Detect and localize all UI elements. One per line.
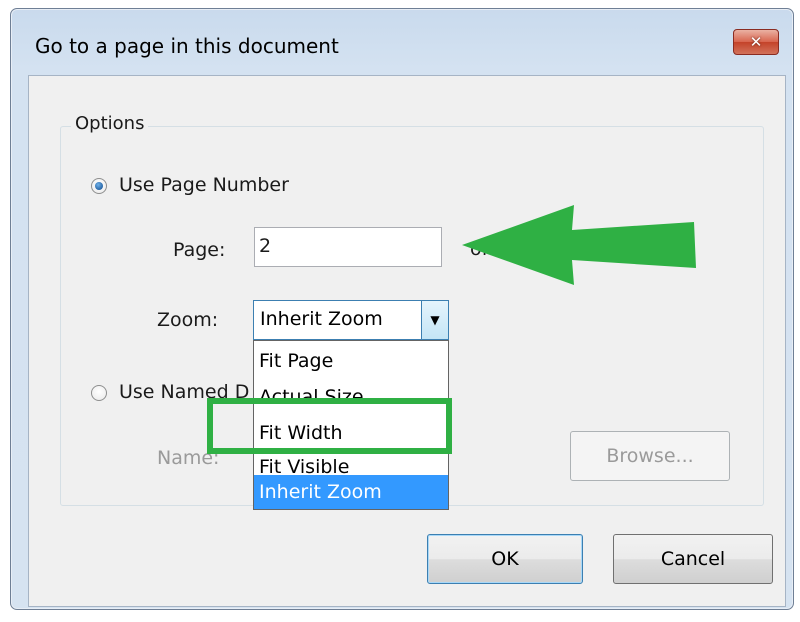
browse-button[interactable]: Browse...: [570, 431, 730, 481]
use-named-destination-radio[interactable]: [91, 385, 107, 401]
zoom-label: Zoom:: [157, 309, 219, 331]
dialog-client-area: Options Use Page Number Page: 2 of 32 Zo…: [28, 75, 786, 607]
name-label: Name:: [157, 447, 220, 469]
dialog-window: Go to a page in this document ✕ Options …: [10, 8, 794, 610]
chevron-down-icon[interactable]: ▼: [421, 301, 448, 339]
zoom-option-fit-width[interactable]: Fit Width: [254, 417, 448, 449]
page-total-label: of 32: [470, 238, 519, 260]
zoom-options-list: Fit Page Actual Size Fit Width Fit Visib…: [253, 340, 449, 510]
zoom-dropdown[interactable]: Inherit Zoom ▼: [253, 300, 449, 340]
close-icon: ✕: [749, 33, 763, 51]
options-legend: Options: [71, 113, 149, 134]
use-page-number-label: Use Page Number: [119, 174, 289, 196]
radio-selected-dot: [95, 182, 103, 190]
cancel-button[interactable]: Cancel: [613, 534, 773, 584]
page-number-input[interactable]: 2: [254, 227, 442, 267]
zoom-dropdown-value: Inherit Zoom: [260, 308, 383, 330]
zoom-option-inherit-zoom[interactable]: Inherit Zoom: [254, 475, 448, 509]
use-named-destination-label: Use Named D: [119, 381, 250, 403]
title-bar[interactable]: Go to a page in this document ✕: [11, 9, 793, 75]
zoom-option-fit-page[interactable]: Fit Page: [254, 345, 448, 377]
page-label: Page:: [173, 239, 226, 261]
zoom-option-actual-size[interactable]: Actual Size: [254, 381, 448, 413]
screen: Go to a page in this document ✕ Options …: [0, 0, 800, 622]
ok-button[interactable]: OK: [427, 534, 583, 584]
close-button[interactable]: ✕: [733, 29, 779, 55]
use-page-number-radio[interactable]: [91, 178, 107, 194]
window-title: Go to a page in this document: [35, 34, 339, 58]
